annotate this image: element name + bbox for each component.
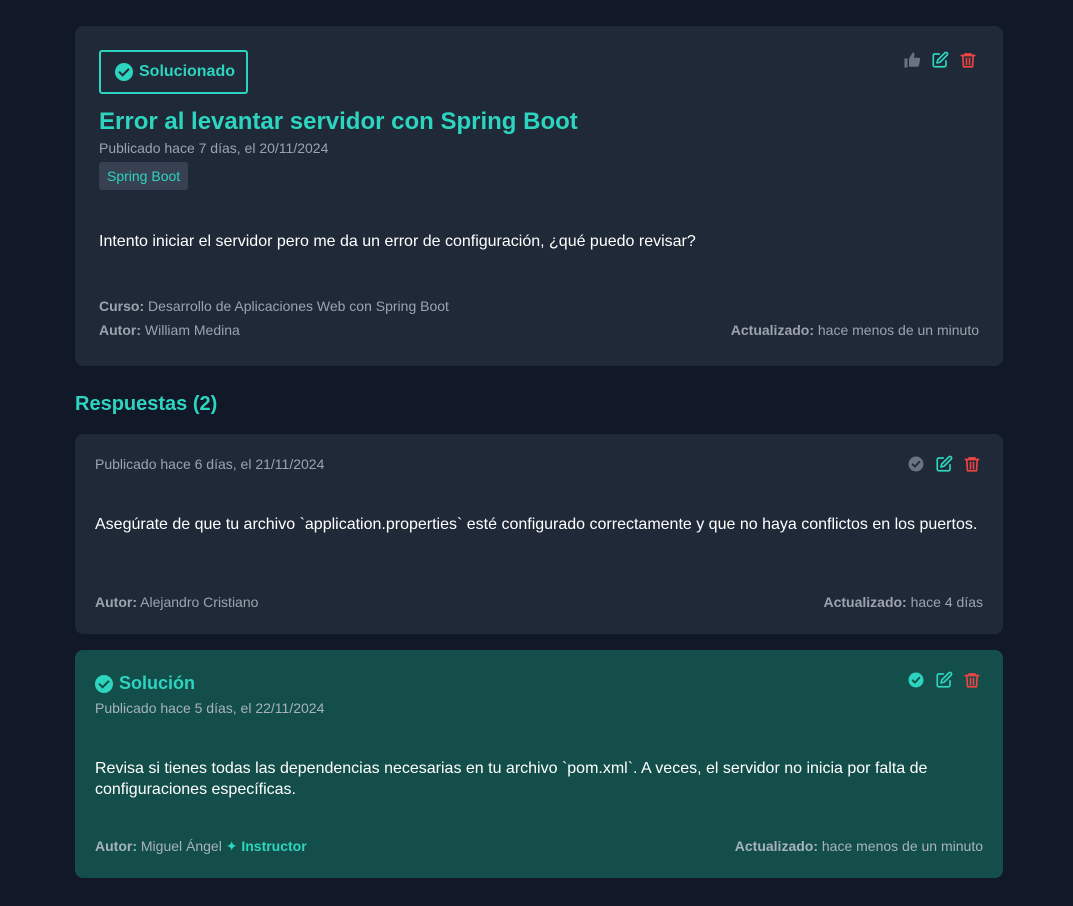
author-label: Autor:: [99, 322, 141, 338]
reply-published-date: Publicado hace 5 días, el 22/11/2024: [95, 700, 325, 716]
trash-icon[interactable]: [963, 671, 981, 689]
mark-solution-icon[interactable]: [907, 671, 925, 689]
updated-label: Actualizado:: [734, 838, 818, 854]
topic-actions: [903, 51, 977, 69]
reply-body: Asegúrate de que tu archivo `application…: [95, 516, 978, 533]
reply-author: Autor: Miguel Ángel ✦ Instructor: [95, 838, 307, 855]
trash-icon[interactable]: [959, 51, 977, 69]
updated-value: hace menos de un minuto: [817, 322, 979, 338]
reply-actions: [907, 455, 981, 473]
reply-author: Autor: Alejandro Cristiano: [95, 594, 258, 610]
topic-card: Solucionado Error al levantar servidor c…: [75, 26, 1003, 366]
reply-actions: [907, 671, 981, 689]
replies-heading: Respuestas (2): [75, 393, 218, 415]
reply-card: Publicado hace 6 días, el 21/11/2024 Ase…: [75, 434, 1003, 634]
course-label: Curso:: [99, 298, 145, 314]
solution-reply-card: Solución Publicado hace 5 días, el 22/11…: [75, 650, 1003, 878]
check-circle-icon: [95, 674, 113, 693]
topic-title: Error al levantar servidor con Spring Bo…: [99, 108, 578, 135]
solution-heading: Solución: [95, 673, 195, 694]
instructor-badge: ✦ Instructor: [225, 838, 307, 854]
topic-course: Curso: Desarrollo de Aplicaciones Web co…: [99, 298, 449, 314]
trash-icon[interactable]: [963, 455, 981, 473]
edit-icon[interactable]: [931, 51, 949, 69]
author-value: Alejandro Cristiano: [140, 594, 259, 610]
mark-solution-icon[interactable]: [907, 455, 925, 473]
topic-tag[interactable]: Spring Boot: [99, 162, 189, 190]
check-circle-icon: [115, 63, 133, 81]
status-badge-label: Solucionado: [139, 63, 235, 80]
updated-value: hace menos de un minuto: [821, 838, 983, 854]
author-value: Miguel Ángel: [140, 838, 222, 854]
author-label: Autor:: [95, 594, 137, 610]
solution-label: Solución: [119, 673, 195, 693]
reply-updated: Actualizado: hace 4 días: [823, 594, 983, 610]
thumbs-up-icon[interactable]: [903, 51, 921, 69]
edit-icon[interactable]: [935, 455, 953, 473]
topic-body: Intento iniciar el servidor pero me da u…: [99, 233, 696, 250]
topic-author: Autor: William Medina: [99, 322, 240, 338]
topic-updated: Actualizado: hace menos de un minuto: [731, 322, 979, 338]
updated-label: Actualizado:: [823, 594, 907, 610]
author-label: Autor:: [95, 838, 137, 854]
reply-updated: Actualizado: hace menos de un minuto: [735, 838, 983, 854]
reply-body: Revisa si tienes todas las dependencias …: [95, 760, 928, 798]
author-value: William Medina: [144, 322, 240, 338]
updated-label: Actualizado:: [730, 322, 814, 338]
status-badge: Solucionado: [99, 50, 248, 94]
topic-published-date: Publicado hace 7 días, el 20/11/2024: [99, 140, 329, 156]
course-value: Desarrollo de Aplicaciones Web con Sprin…: [148, 298, 449, 314]
reply-published-date: Publicado hace 6 días, el 21/11/2024: [95, 456, 325, 472]
updated-value: hace 4 días: [910, 594, 983, 610]
edit-icon[interactable]: [935, 671, 953, 689]
